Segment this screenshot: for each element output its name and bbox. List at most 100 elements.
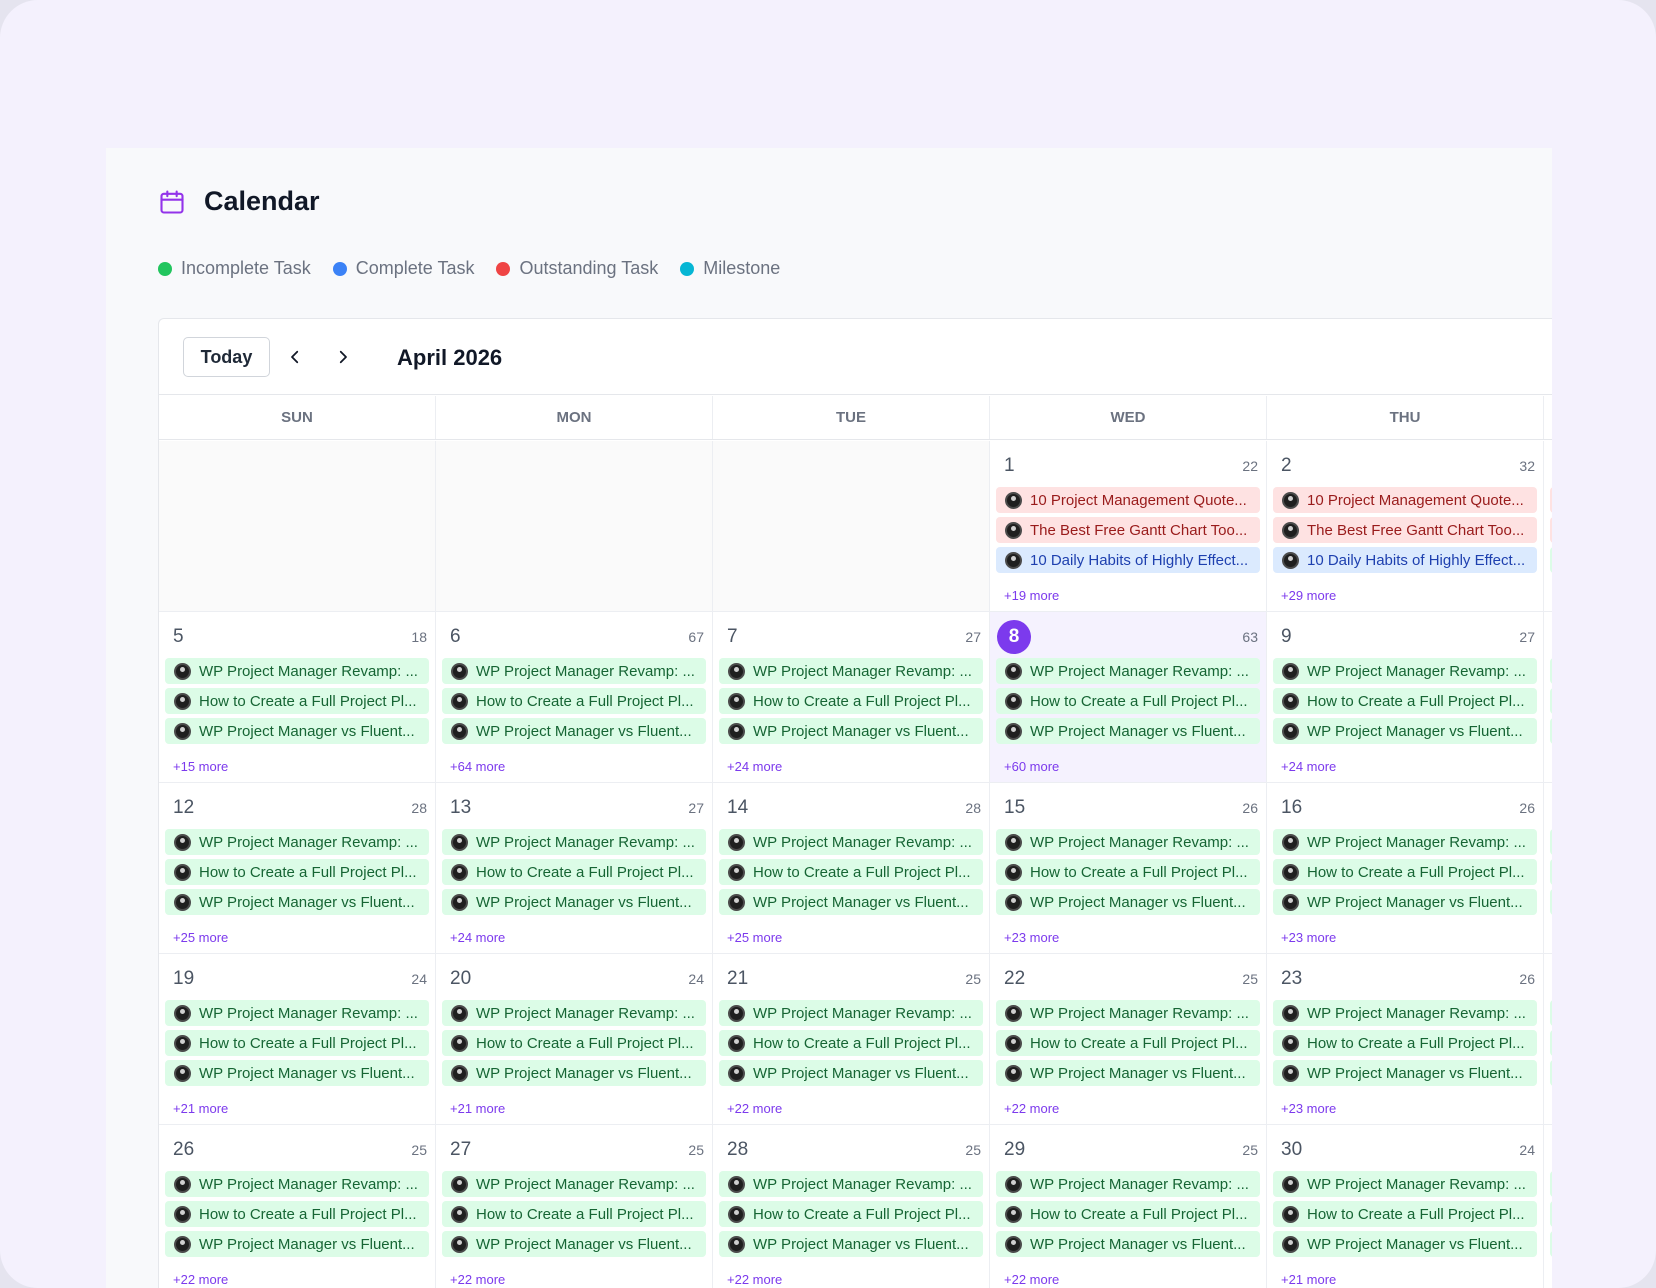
event-chip[interactable]: WP Project Manager vs Fluent... <box>996 1231 1260 1257</box>
day-cell[interactable]: 6 67 WP Project Manager Revamp: ... How to … <box>436 612 713 783</box>
more-link[interactable]: +24 more <box>1281 759 1336 774</box>
today-button[interactable]: Today <box>183 337 270 377</box>
event-chip[interactable]: WP Project Manager vs Fluent... <box>165 1231 429 1257</box>
event-chip[interactable]: How to Create a Full Project Pl... <box>442 859 706 885</box>
event-chip[interactable]: WP Project Manager vs Fluent... <box>442 1060 706 1086</box>
more-link[interactable]: +23 more <box>1281 930 1336 945</box>
day-cell[interactable]: 19 24 WP Project Manager Revamp: ... How to… <box>159 954 436 1125</box>
more-link[interactable]: +23 more <box>1281 1101 1336 1116</box>
day-cell[interactable]: 2 32 10 Project Management Quote... The Bes… <box>1267 441 1544 612</box>
chevron-right-icon[interactable] <box>331 345 355 369</box>
event-chip[interactable]: WP Project Manager vs Fluent... <box>165 718 429 744</box>
more-link[interactable]: +25 more <box>727 930 782 945</box>
more-link[interactable]: +64 more <box>450 759 505 774</box>
event-chip[interactable]: WP Project Manager vs Fluent... <box>442 718 706 744</box>
event-chip[interactable]: WP Project Manager vs Fluent... <box>996 718 1260 744</box>
day-cell[interactable]: 9 27 WP Project Manager Revamp: ... How to … <box>1267 612 1544 783</box>
event-chip[interactable]: How to Create a Full Project Pl... <box>719 1030 983 1056</box>
event-chip[interactable]: WP Project Manager Revamp: ... <box>442 1000 706 1026</box>
event-chip[interactable]: WP Project Manager Revamp: ... <box>719 658 983 684</box>
event-chip[interactable]: The Best Free Gantt Chart Too... <box>1273 517 1537 543</box>
event-chip[interactable]: WP Project Manager Revamp: ... <box>1273 1171 1537 1197</box>
event-chip[interactable]: WP Project Manager Revamp: ... <box>1273 1000 1537 1026</box>
day-cell[interactable]: 29 25 WP Project Manager Revamp: ... How to… <box>990 1125 1267 1288</box>
event-chip[interactable]: How to Create a Full Project Pl... <box>719 688 983 714</box>
event-chip[interactable]: WP Project Manager vs Fluent... <box>165 1060 429 1086</box>
more-link[interactable]: +29 more <box>1281 588 1336 603</box>
event-chip[interactable]: How to Create a Full Project Pl... <box>442 1030 706 1056</box>
day-cell[interactable]: 22 25 WP Project Manager Revamp: ... How to… <box>990 954 1267 1125</box>
event-chip[interactable]: WP Project Manager vs Fluent... <box>996 889 1260 915</box>
event-chip[interactable]: WP Project Manager Revamp: ... <box>1273 829 1537 855</box>
event-chip[interactable]: WP Project Manager Revamp: ... <box>442 1171 706 1197</box>
more-link[interactable]: +60 more <box>1004 759 1059 774</box>
day-cell[interactable]: 1 22 10 Project Management Quote... The Bes… <box>990 441 1267 612</box>
event-chip[interactable]: WP Project Manager vs Fluent... <box>1273 889 1537 915</box>
day-cell[interactable]: 5 18 WP Project Manager Revamp: ... How to … <box>159 612 436 783</box>
more-link[interactable]: +22 more <box>450 1272 505 1287</box>
event-chip[interactable]: How to Create a Full Project Pl... <box>442 1201 706 1227</box>
event-chip[interactable]: WP Project Manager Revamp: ... <box>719 829 983 855</box>
event-chip[interactable]: How to Create a Full Project Pl... <box>996 1030 1260 1056</box>
day-cell[interactable]: 12 28 WP Project Manager Revamp: ... How to… <box>159 783 436 954</box>
day-cell[interactable]: 30 24 WP Project Manager Revamp: ... How to… <box>1267 1125 1544 1288</box>
event-chip[interactable]: WP Project Manager vs Fluent... <box>442 1231 706 1257</box>
event-chip[interactable]: WP Project Manager Revamp: ... <box>719 1000 983 1026</box>
more-link[interactable]: +23 more <box>1004 930 1059 945</box>
day-cell[interactable]: 23 26 WP Project Manager Revamp: ... How to… <box>1267 954 1544 1125</box>
event-chip[interactable]: The Best Free Gantt Chart Too... <box>996 517 1260 543</box>
event-chip[interactable]: How to Create a Full Project Pl... <box>1273 1030 1537 1056</box>
event-chip[interactable]: WP Project Manager Revamp: ... <box>165 1000 429 1026</box>
event-chip[interactable]: How to Create a Full Project Pl... <box>165 859 429 885</box>
event-chip[interactable]: WP Project Manager vs Fluent... <box>165 889 429 915</box>
day-cell[interactable]: 21 25 WP Project Manager Revamp: ... How to… <box>713 954 990 1125</box>
more-link[interactable]: +24 more <box>450 930 505 945</box>
event-chip[interactable]: How to Create a Full Project Pl... <box>165 1201 429 1227</box>
more-link[interactable]: +24 more <box>727 759 782 774</box>
more-link[interactable]: +21 more <box>450 1101 505 1116</box>
event-chip[interactable]: WP Project Manager Revamp: ... <box>996 658 1260 684</box>
event-chip[interactable]: WP Project Manager Revamp: ... <box>165 658 429 684</box>
chevron-left-icon[interactable] <box>283 345 307 369</box>
event-chip[interactable]: How to Create a Full Project Pl... <box>719 1201 983 1227</box>
day-cell[interactable]: 15 26 WP Project Manager Revamp: ... How to… <box>990 783 1267 954</box>
event-chip[interactable]: WP Project Manager vs Fluent... <box>719 718 983 744</box>
event-chip[interactable]: How to Create a Full Project Pl... <box>719 859 983 885</box>
event-chip[interactable]: WP Project Manager Revamp: ... <box>1273 658 1537 684</box>
event-chip[interactable]: How to Create a Full Project Pl... <box>442 688 706 714</box>
event-chip[interactable]: How to Create a Full Project Pl... <box>996 859 1260 885</box>
event-chip[interactable]: WP Project Manager vs Fluent... <box>996 1060 1260 1086</box>
event-chip[interactable]: WP Project Manager Revamp: ... <box>996 1171 1260 1197</box>
event-chip[interactable]: WP Project Manager Revamp: ... <box>442 658 706 684</box>
more-link[interactable]: +21 more <box>173 1101 228 1116</box>
more-link[interactable]: +22 more <box>727 1272 782 1287</box>
event-chip[interactable]: WP Project Manager Revamp: ... <box>719 1171 983 1197</box>
event-chip[interactable]: How to Create a Full Project Pl... <box>1273 688 1537 714</box>
event-chip[interactable]: How to Create a Full Project Pl... <box>996 1201 1260 1227</box>
event-chip[interactable]: WP Project Manager Revamp: ... <box>996 829 1260 855</box>
event-chip[interactable]: How to Create a Full Project Pl... <box>1273 1201 1537 1227</box>
event-chip[interactable]: WP Project Manager vs Fluent... <box>719 1231 983 1257</box>
event-chip[interactable]: WP Project Manager vs Fluent... <box>719 889 983 915</box>
event-chip[interactable]: WP Project Manager vs Fluent... <box>1273 718 1537 744</box>
event-chip[interactable]: 10 Daily Habits of Highly Effect... <box>996 547 1260 573</box>
event-chip[interactable]: WP Project Manager Revamp: ... <box>165 829 429 855</box>
day-cell[interactable]: 7 27 WP Project Manager Revamp: ... How to … <box>713 612 990 783</box>
event-chip[interactable]: WP Project Manager Revamp: ... <box>165 1171 429 1197</box>
more-link[interactable]: +19 more <box>1004 588 1059 603</box>
event-chip[interactable]: How to Create a Full Project Pl... <box>165 1030 429 1056</box>
day-cell[interactable]: 26 25 WP Project Manager Revamp: ... How to… <box>159 1125 436 1288</box>
event-chip[interactable]: WP Project Manager vs Fluent... <box>719 1060 983 1086</box>
more-link[interactable]: +22 more <box>1004 1272 1059 1287</box>
event-chip[interactable]: 10 Project Management Quote... <box>1273 487 1537 513</box>
day-cell[interactable]: 27 25 WP Project Manager Revamp: ... How to… <box>436 1125 713 1288</box>
event-chip[interactable]: 10 Daily Habits of Highly Effect... <box>1273 547 1537 573</box>
event-chip[interactable]: How to Create a Full Project Pl... <box>996 688 1260 714</box>
day-cell[interactable]: 13 27 WP Project Manager Revamp: ... How to… <box>436 783 713 954</box>
more-link[interactable]: +22 more <box>173 1272 228 1287</box>
more-link[interactable]: +22 more <box>1004 1101 1059 1116</box>
event-chip[interactable]: WP Project Manager Revamp: ... <box>442 829 706 855</box>
event-chip[interactable]: WP Project Manager vs Fluent... <box>1273 1231 1537 1257</box>
event-chip[interactable]: WP Project Manager vs Fluent... <box>1273 1060 1537 1086</box>
event-chip[interactable]: How to Create a Full Project Pl... <box>165 688 429 714</box>
